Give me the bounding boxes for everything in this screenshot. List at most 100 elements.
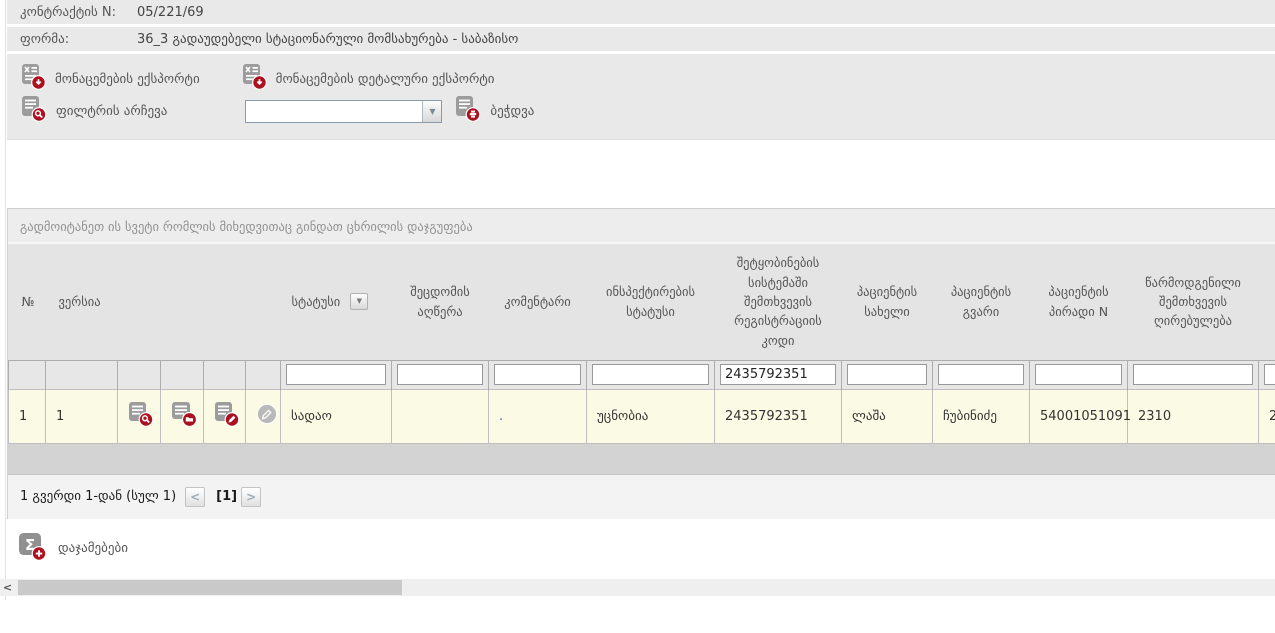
chevron-down-icon[interactable]: ▼ [422, 101, 441, 122]
open-folder-icon [171, 416, 198, 431]
filter-input-inspection-status[interactable] [592, 364, 709, 385]
toolbar-row-filter: ფილტრის არჩევა ▼ ბეჭდვა [21, 95, 1275, 127]
column-header-registration-code[interactable]: შეტყობინების სისტემაში შემთხვევის რეგისტ… [715, 244, 842, 360]
pager: 1 გვერდი 1-დან (სულ 1) < [1] > [8, 474, 1275, 519]
form-row: ფორმა: 36_3 გადაუდებელი სტაციონარული მომ… [7, 27, 1275, 54]
toolbar-row-export: მონაცემების ექსპორტი მონაცემების დეტალურ… [21, 63, 1275, 95]
column-header-open-icon [161, 244, 204, 360]
print-button[interactable]: ბეჭდვა [455, 96, 534, 126]
pager-current-page[interactable]: [1] [216, 489, 237, 504]
print-icon [455, 96, 481, 126]
column-header-first-name[interactable]: პაციენტის სახელი [842, 244, 933, 360]
header-row: № ვერსია სტატუსი ▼ შეცდომის აღწერა კომენ… [9, 244, 1275, 360]
info-panel: კონტრაქტის N: 05/221/69 ფორმა: 36_3 გადა… [7, 0, 1275, 140]
filter-select-dropdown[interactable]: ▼ [245, 100, 442, 123]
filter-input-presented-cost[interactable] [1133, 364, 1253, 385]
cell-version: 1 [46, 389, 118, 443]
spacer [0, 140, 1275, 208]
horizontal-scrollbar[interactable]: < [0, 579, 1275, 596]
filter-cell-empty [9, 360, 46, 389]
column-header-last-name[interactable]: პაციენტის გვარი [933, 244, 1030, 360]
print-label: ბეჭდვა [490, 104, 534, 119]
column-header-truncated[interactable]: ას [1259, 244, 1275, 360]
chevron-right-icon: > [246, 490, 256, 504]
filter-input-truncated[interactable] [1264, 364, 1275, 385]
cell-truncated: 23 [1259, 389, 1275, 443]
row-edit-disabled-button [246, 389, 281, 443]
pager-prev-button[interactable]: < [185, 487, 205, 507]
export-detailed-button[interactable]: მონაცემების დეტალური ექსპორტი [242, 64, 495, 94]
pager-next-button[interactable]: > [241, 487, 261, 507]
filter-input-last-name[interactable] [938, 364, 1024, 385]
column-header-presented-cost[interactable]: წარმოდგენილი შემთხვევის ღირებულება [1128, 244, 1259, 360]
totals-label: დაჯამებები [58, 541, 128, 556]
filter-select-dropdown-value [246, 101, 422, 122]
form-value: 36_3 გადაუდებელი სტაციონარული მომსახურებ… [137, 32, 518, 47]
column-header-view-icon [118, 244, 161, 360]
export-label: მონაცემების ექსპორტი [55, 72, 200, 87]
toolbar: მონაცემების ექსპორტი მონაცემების დეტალურ… [7, 54, 1275, 140]
cell-personal-n: 54001051091 [1030, 389, 1128, 443]
column-header-status[interactable]: სტატუსი ▼ [281, 244, 392, 360]
edit-document-icon [214, 416, 240, 431]
pager-summary: 1 გვერდი 1-დან (სულ 1) [20, 489, 176, 504]
row-open-button[interactable] [161, 389, 204, 443]
filter-cell-empty [46, 360, 118, 389]
cell-last-name: ჩუბინიძე [933, 389, 1030, 443]
contract-label: კონტრაქტის N: [7, 5, 137, 20]
cell-inspection-status: უცნობია [587, 389, 715, 443]
form-label: ფორმა: [7, 32, 137, 47]
column-header-status-label: სტატუსი [292, 292, 341, 311]
grid-viewport: № ვერსია სტატუსი ▼ შეცდომის აღწერა კომენ… [8, 244, 1275, 444]
contract-row: კონტრაქტის N: 05/221/69 [7, 0, 1275, 27]
comment-link[interactable]: . [499, 409, 503, 424]
cell-comment[interactable]: . [489, 389, 587, 443]
row-view-button[interactable] [118, 389, 161, 443]
cell-status: სადაო [281, 389, 392, 443]
cell-presented-cost: 2310 [1128, 389, 1259, 443]
grid-footer-band [8, 444, 1275, 474]
column-header-edit2-icon [246, 244, 281, 360]
column-header-inspection-status[interactable]: ინსპექტირების სტატუსი [587, 244, 715, 360]
filter-input-comment[interactable] [494, 364, 581, 385]
filter-input-status[interactable] [286, 364, 386, 385]
pencil-circle-gray-icon [256, 414, 278, 429]
column-header-personal-n[interactable]: პაციენტის პირადი N [1030, 244, 1128, 360]
filter-cell-empty [161, 360, 204, 389]
excel-export-detailed-icon [242, 64, 267, 94]
export-detailed-label: მონაცემების დეტალური ექსპორტი [276, 72, 495, 87]
export-button[interactable]: მონაცემების ექსპორტი [21, 64, 200, 94]
view-document-icon [128, 416, 154, 431]
column-header-num[interactable]: № [9, 244, 46, 360]
column-header-error-desc[interactable]: შეცდომის აღწერა [392, 244, 489, 360]
cell-num: 1 [9, 389, 46, 443]
table-row: 1 1 [9, 389, 1275, 443]
column-header-edit-icon [204, 244, 246, 360]
filter-row [9, 360, 1275, 389]
filter-input-registration-code[interactable] [720, 364, 836, 385]
filter-select-label: ფილტრის არჩევა [56, 104, 167, 119]
group-by-panel[interactable]: გადმოიტანეთ ის სვეტი რომლის მიხედვითაც გ… [8, 209, 1275, 244]
chevron-left-icon: < [190, 490, 200, 504]
filter-select-button[interactable]: ფილტრის არჩევა [21, 96, 167, 126]
excel-export-icon [21, 64, 46, 94]
filter-cell-empty [118, 360, 161, 389]
scrollbar-thumb[interactable] [18, 580, 402, 595]
status-filter-dropdown-icon[interactable]: ▼ [350, 293, 368, 310]
cell-registration-code: 2435792351 [715, 389, 842, 443]
column-header-comment[interactable]: კომენტარი [489, 244, 587, 360]
filter-search-icon [21, 96, 47, 126]
filter-input-first-name[interactable] [847, 364, 927, 385]
grid-table: № ვერსია სტატუსი ▼ შეცდომის აღწერა კომენ… [8, 244, 1275, 444]
sigma-icon: Σ [18, 532, 47, 565]
totals-button[interactable]: Σ დაჯამებები [18, 532, 1275, 566]
column-header-version[interactable]: ვერსია [46, 244, 118, 360]
data-grid: გადმოიტანეთ ის სვეტი რომლის მიხედვითაც გ… [7, 208, 1275, 519]
filter-input-error-desc[interactable] [397, 364, 483, 385]
filter-input-personal-n[interactable] [1035, 364, 1122, 385]
cell-error-desc [392, 389, 489, 443]
filter-cell-empty [246, 360, 281, 389]
filter-cell-empty [204, 360, 246, 389]
scroll-left-icon[interactable]: < [3, 580, 12, 595]
row-edit-button[interactable] [204, 389, 246, 443]
